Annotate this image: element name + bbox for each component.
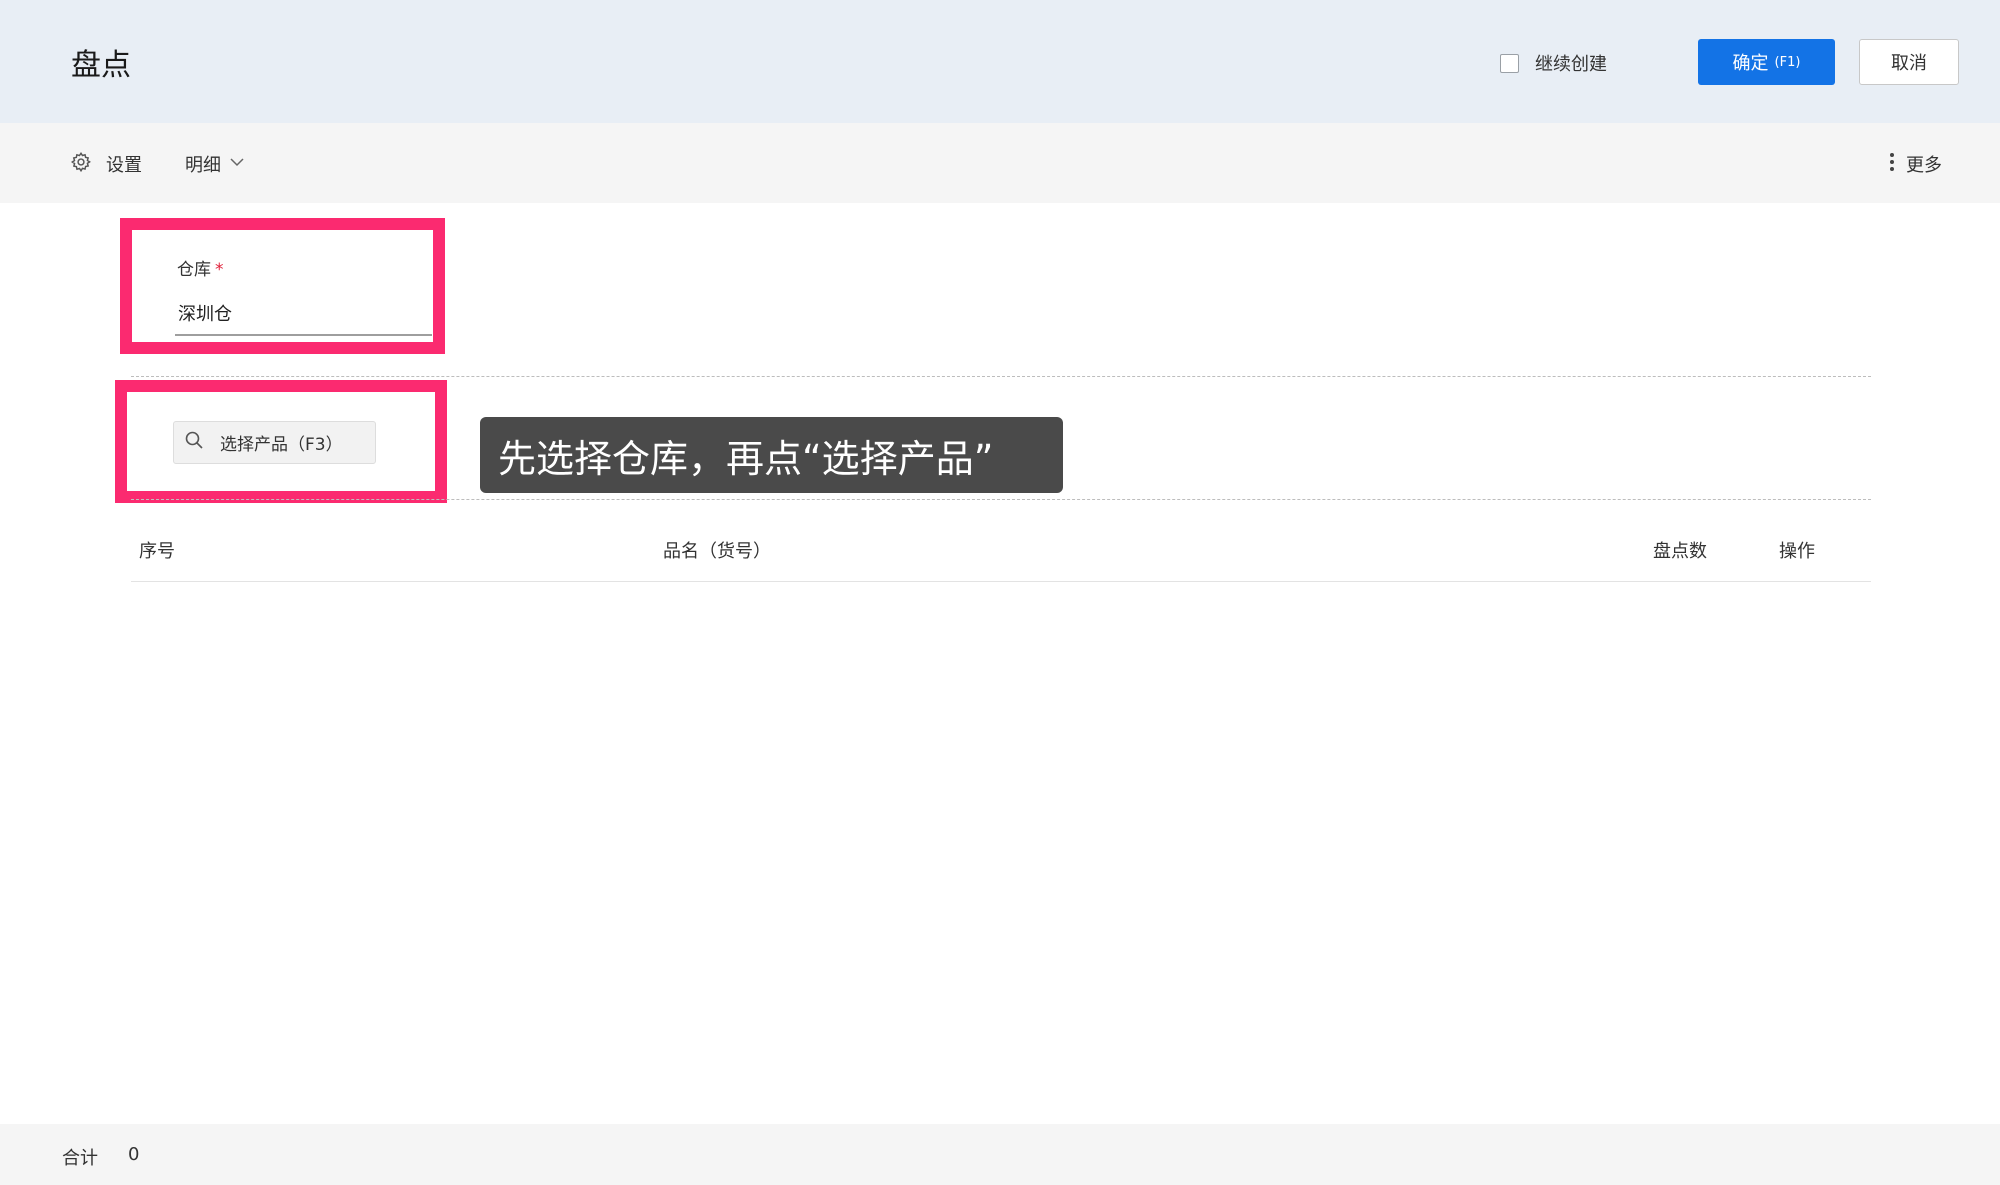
search-icon (184, 430, 204, 455)
tip-tooltip: 先选择仓库，再点“选择产品” (480, 417, 1063, 493)
section-divider (131, 376, 1871, 377)
continue-create-toggle[interactable]: 继续创建 (1500, 50, 1607, 76)
select-product-button[interactable]: 选择产品（F3） (173, 421, 376, 464)
more-vertical-icon (1888, 151, 1896, 177)
total-value: 0 (128, 1144, 140, 1165)
confirm-label: 确定 (1732, 53, 1769, 74)
detail-label: 明细 (185, 155, 221, 176)
warehouse-field[interactable]: 深圳仓 (175, 300, 432, 336)
table-header-divider (131, 581, 1871, 582)
page-title: 盘点 (71, 48, 131, 83)
page-header: 盘点 继续创建 确定 (F1) 取消 (0, 0, 2000, 123)
column-header-actions: 操作 (1779, 541, 1815, 562)
warehouse-label: 仓库 * (177, 255, 224, 280)
select-product-label: 选择产品（F3） (220, 435, 343, 455)
confirm-button[interactable]: 确定 (F1) (1698, 39, 1835, 85)
section-divider (131, 499, 1871, 500)
more-label: 更多 (1906, 155, 1942, 176)
settings-label: 设置 (106, 155, 142, 176)
more-button[interactable]: 更多 (1888, 151, 1942, 177)
chevron-down-icon (229, 154, 245, 174)
warehouse-label-text: 仓库 (177, 260, 211, 280)
total-label: 合计 (62, 1148, 98, 1169)
continue-create-checkbox[interactable] (1500, 53, 1519, 73)
detail-dropdown[interactable]: 明细 (185, 151, 245, 177)
column-header-count: 盘点数 (1653, 541, 1707, 562)
cancel-button[interactable]: 取消 (1859, 39, 1959, 85)
footer: 合计 0 (0, 1124, 2000, 1185)
required-mark: * (215, 260, 224, 280)
confirm-shortcut: (F1) (1774, 54, 1801, 70)
column-header-index: 序号 (139, 541, 175, 562)
gear-icon (70, 151, 92, 177)
settings-button[interactable]: 设置 (70, 151, 142, 177)
continue-create-label: 继续创建 (1535, 54, 1607, 75)
column-header-product-name: 品名（货号） (663, 541, 771, 562)
toolbar: 设置 明细 更多 (0, 123, 2000, 203)
